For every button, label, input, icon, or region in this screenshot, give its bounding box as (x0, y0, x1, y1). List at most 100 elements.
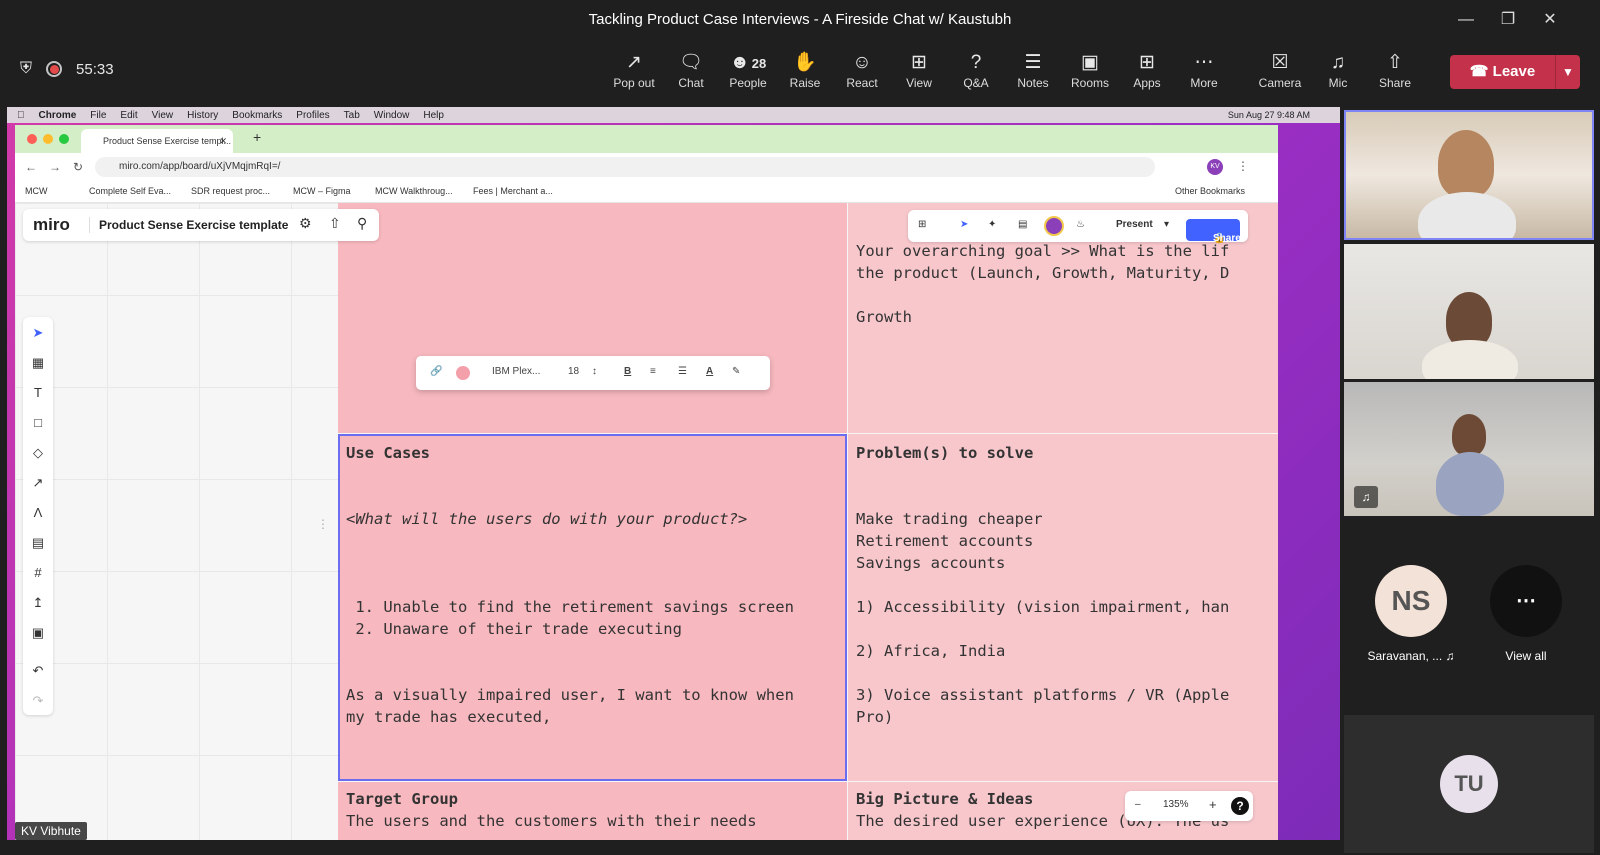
more-button[interactable]: ⋯ More (1176, 50, 1232, 90)
zoom-out-icon[interactable]: – (1135, 799, 1141, 810)
connector-icon[interactable]: ↗ (23, 475, 53, 491)
zoom-level[interactable]: 135% (1163, 799, 1189, 810)
present-dropdown-icon[interactable]: ▾ (1164, 219, 1169, 230)
people-button[interactable]: ☻ 28 People (720, 50, 776, 90)
minimize-icon[interactable]: — (1448, 8, 1484, 32)
close-icon[interactable]: ✕ (1532, 8, 1568, 32)
zoom-window-icon[interactable] (59, 134, 69, 144)
miro-logo[interactable]: miro (33, 215, 70, 235)
profile-avatar[interactable]: KV (1207, 159, 1223, 175)
share-board-button[interactable]: 🔒 Share (1186, 219, 1241, 244)
video-tile-participant[interactable]: ♫ (1344, 382, 1594, 516)
zoom-in-icon[interactable]: + (1209, 797, 1217, 812)
raise-hand-button[interactable]: ✋ Raise (777, 50, 833, 90)
more-tools-icon[interactable]: ▣ (23, 625, 53, 641)
restore-icon[interactable]: ❐ (1490, 8, 1526, 32)
bookmark-item[interactable]: MCW Walkthroug... (375, 186, 453, 196)
react-button[interactable]: ☺ React (834, 50, 890, 90)
redo-icon[interactable]: ↷ (23, 693, 53, 709)
menu-window[interactable]: Window (374, 110, 410, 121)
cell-problems[interactable]: Problem(s) to solve Make trading cheaper… (848, 434, 1278, 781)
font-family-select[interactable]: IBM Plex... (492, 366, 540, 377)
view-all-button[interactable]: ⋯ View all (1471, 565, 1581, 663)
video-tile-speaker[interactable] (1344, 110, 1594, 240)
cursor-icon[interactable]: ➤ (960, 219, 968, 230)
align-icon[interactable]: ≡ (650, 366, 656, 377)
apps-button[interactable]: ⊞ Apps (1119, 50, 1175, 90)
settings-icon[interactable]: ⚙ (299, 215, 312, 232)
kebab-menu-icon[interactable]: ⋮ (1237, 159, 1249, 173)
menu-file[interactable]: File (90, 110, 106, 121)
leave-button[interactable]: ☎ Leave ▼ (1450, 55, 1580, 89)
url-field[interactable]: miro.com/app/board/uXjVMqjmRqI=/ (95, 157, 1155, 177)
text-tool-icon[interactable]: T (23, 385, 53, 400)
browser-tab[interactable]: Product Sense Exercise templ... ✕ (81, 129, 233, 153)
font-size-select[interactable]: 18 (568, 366, 579, 377)
nav-buttons[interactable]: ←→↻ (25, 160, 95, 174)
apps-grid-icon[interactable]: ⊞ (918, 219, 926, 230)
menu-edit[interactable]: Edit (120, 110, 137, 121)
export-icon[interactable]: ⇧ (329, 215, 341, 232)
text-color-icon[interactable]: A (706, 366, 713, 377)
template-icon[interactable]: ▦ (23, 355, 53, 371)
menu-help[interactable]: Help (423, 110, 444, 121)
other-bookmarks[interactable]: Other Bookmarks (1175, 186, 1245, 196)
share-tray-button[interactable]: ⇧ Share (1367, 50, 1423, 90)
link-icon[interactable]: 🔗 (430, 366, 442, 377)
stepper-icon[interactable]: ↕ (592, 366, 597, 377)
bookmark-item[interactable]: SDR request proc... (191, 186, 270, 196)
undo-icon[interactable]: ↶ (23, 663, 53, 679)
search-icon[interactable]: ⚲ (357, 215, 367, 232)
bell-icon[interactable]: ♨ (1076, 219, 1085, 230)
chat-button[interactable]: 🗨 Chat (663, 50, 719, 90)
view-button[interactable]: ⊞ View (891, 50, 947, 90)
video-tile-participant[interactable] (1344, 244, 1594, 379)
cell-top-left[interactable] (338, 203, 847, 433)
participant-ns[interactable]: NS Saravanan, ... ♫ (1356, 565, 1466, 663)
fill-color-swatch[interactable] (456, 366, 470, 380)
bookmark-item[interactable]: Complete Self Eva... (89, 186, 171, 196)
board-title[interactable]: Product Sense Exercise template (99, 218, 288, 232)
user-avatar[interactable] (1044, 216, 1064, 236)
pen-icon[interactable]: Λ (23, 505, 53, 520)
mic-button[interactable]: ♫ Mic (1310, 50, 1366, 90)
video-tile-tu[interactable]: TU (1344, 715, 1594, 853)
bookmark-item[interactable]: MCW – Figma (293, 186, 351, 196)
comment-icon[interactable]: ▤ (23, 535, 53, 551)
camera-button[interactable]: ☒ Camera (1252, 50, 1308, 90)
qa-button[interactable]: ? Q&A (948, 50, 1004, 90)
bookmark-item[interactable]: MCW (25, 186, 48, 196)
menu-profiles[interactable]: Profiles (296, 110, 329, 121)
present-button[interactable]: Present (1116, 219, 1153, 230)
new-tab-icon[interactable]: + (253, 129, 261, 145)
miro-board[interactable]: Your overarching goal >> What is the lif… (15, 203, 1278, 840)
sticky-note-icon[interactable]: □ (23, 415, 53, 430)
notes-button[interactable]: ☰ Notes (1005, 50, 1061, 90)
highlight-icon[interactable]: ✎ (732, 366, 740, 377)
help-icon[interactable]: ? (1231, 797, 1249, 815)
comments-icon[interactable]: ▤ (1018, 219, 1027, 230)
cell-use-cases[interactable]: Use Cases <What will the users do with y… (338, 434, 847, 781)
upload-icon[interactable]: ↥ (23, 595, 53, 611)
tab-close-icon[interactable]: ✕ (219, 129, 227, 153)
cell-target-group[interactable]: Target Group The users and the customers … (338, 782, 847, 840)
select-tool-icon[interactable]: ➤ (23, 325, 53, 341)
rooms-icon: ▣ (1081, 52, 1099, 73)
chevron-down-icon[interactable]: ▼ (1556, 65, 1580, 79)
minimize-window-icon[interactable] (43, 134, 53, 144)
celebrate-icon[interactable]: ✦ (988, 219, 996, 230)
menu-tab[interactable]: Tab (344, 110, 360, 121)
shapes-icon[interactable]: ◇ (23, 445, 53, 461)
menu-chrome[interactable]: Chrome (39, 110, 77, 121)
bookmark-item[interactable]: Fees | Merchant a... (473, 186, 553, 196)
rooms-button[interactable]: ▣ Rooms (1062, 50, 1118, 90)
popout-button[interactable]: ↗ Pop out (606, 50, 662, 90)
menu-view[interactable]: View (152, 110, 174, 121)
menu-bookmarks[interactable]: Bookmarks (232, 110, 282, 121)
menu-history[interactable]: History (187, 110, 218, 121)
close-window-icon[interactable] (27, 134, 37, 144)
frame-icon[interactable]: # (23, 565, 53, 580)
bold-icon[interactable]: B (624, 366, 631, 377)
list-icon[interactable]: ☰ (678, 366, 687, 377)
drag-handle-icon[interactable]: ⋮ (317, 517, 329, 531)
